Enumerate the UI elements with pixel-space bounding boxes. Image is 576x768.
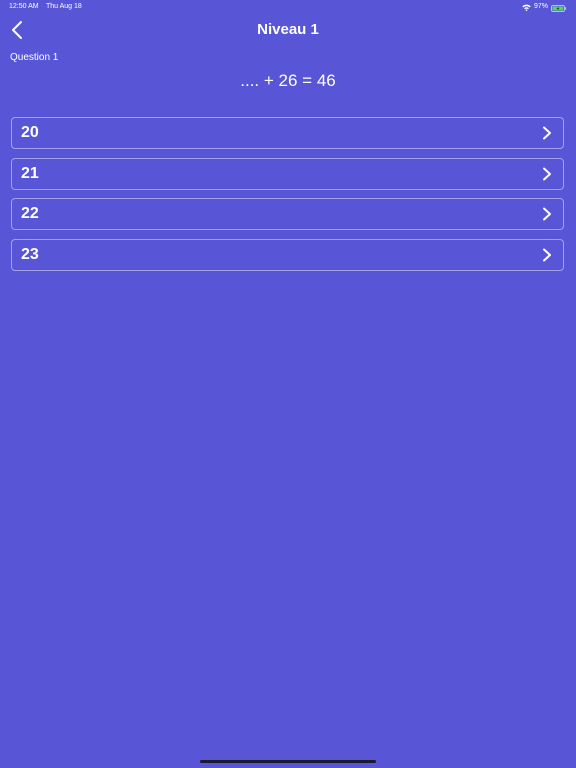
answer-label: 23 <box>21 245 39 263</box>
answer-option-3[interactable]: 22 <box>11 198 564 230</box>
answer-option-2[interactable]: 21 <box>11 157 564 190</box>
navigation-bar: Niveau 1 <box>0 14 576 46</box>
status-bar: 12:50 AM Thu Aug 18 97% <box>0 0 576 14</box>
answer-label: 21 <box>21 164 39 182</box>
answer-label: 22 <box>21 205 39 222</box>
chevron-right-icon <box>541 167 553 181</box>
status-time: 12:50 AM <box>9 3 39 10</box>
battery-icon <box>551 4 567 12</box>
chevron-right-icon <box>541 248 553 262</box>
home-indicator[interactable] <box>200 760 376 763</box>
answer-label: 20 <box>21 124 39 141</box>
status-indicators: 97% <box>522 0 567 14</box>
question-label: Question 1 <box>10 52 59 63</box>
answer-option-1[interactable]: 20 <box>11 117 564 149</box>
chevron-right-icon <box>541 207 553 221</box>
chevron-right-icon <box>541 126 553 140</box>
answer-option-4[interactable]: 23 <box>11 238 564 271</box>
answer-list: 20 21 22 23 <box>11 117 564 279</box>
question-equation: .... + 26 = 46 <box>240 71 336 90</box>
page-title: Niveau 1 <box>257 21 319 38</box>
battery-percent: 97% <box>533 3 548 10</box>
wifi-icon <box>522 4 531 11</box>
status-date: Thu Aug 18 <box>46 3 82 10</box>
